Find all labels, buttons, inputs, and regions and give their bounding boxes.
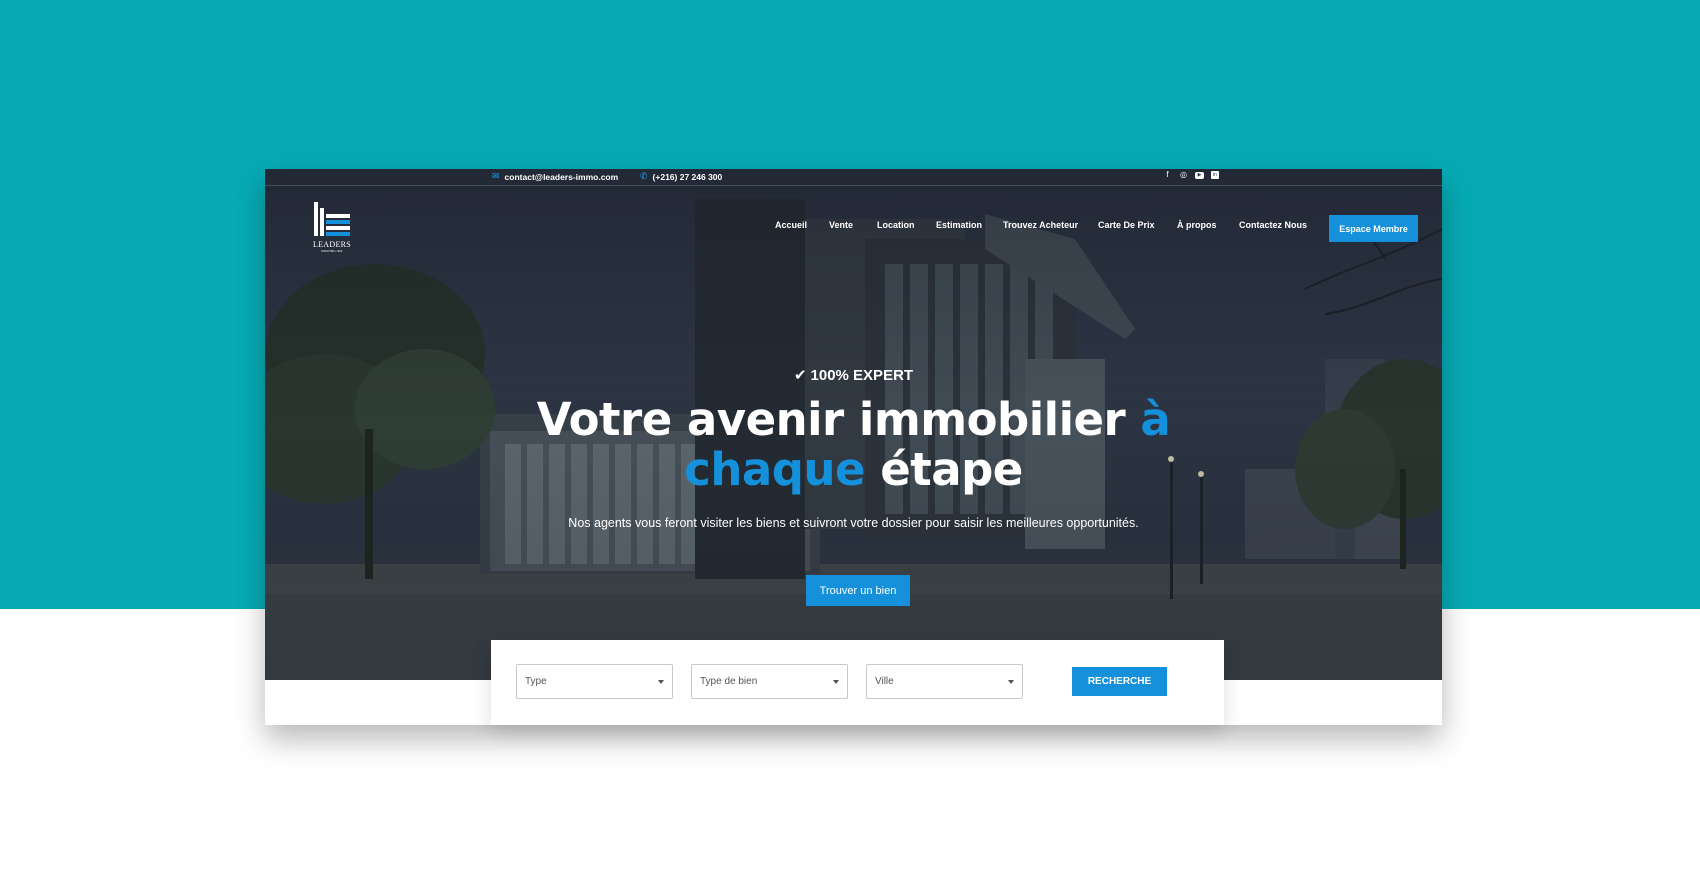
property-type-placeholder: Type de bien <box>700 676 758 687</box>
nav-item-estimation[interactable]: Estimation <box>936 220 982 230</box>
top-contact-bar: ✉ contact@leaders-immo.com ✆ (+216) 27 2… <box>265 169 1442 186</box>
nav-item-carte-de-prix[interactable]: Carte De Prix <box>1098 220 1155 230</box>
expert-badge: ✔ 100% EXPERT <box>265 366 1442 384</box>
email-contact[interactable]: ✉ contact@leaders-immo.com <box>492 171 618 182</box>
city-select[interactable]: Ville <box>866 664 1023 699</box>
badge-text: 100% EXPERT <box>810 367 914 384</box>
hero-section: ✉ contact@leaders-immo.com ✆ (+216) 27 2… <box>265 169 1442 680</box>
logo-subtitle: IMMOBILIER <box>321 249 343 253</box>
property-type-select[interactable]: Type de bien <box>691 664 848 699</box>
type-select-placeholder: Type <box>525 676 547 687</box>
email-text: contact@leaders-immo.com <box>504 171 619 182</box>
social-links: f ◎ ▶ in <box>1163 170 1219 180</box>
phone-contact[interactable]: ✆ (+216) 27 246 300 <box>640 171 722 182</box>
logo-wordmark: LEADERS <box>312 240 352 249</box>
phone-text: (+216) 27 246 300 <box>652 171 723 182</box>
nav-item-contactez-nous[interactable]: Contactez Nous <box>1239 220 1307 230</box>
instagram-icon[interactable]: ◎ <box>1179 170 1188 180</box>
find-property-button[interactable]: Trouver un bien <box>806 575 910 606</box>
facebook-icon[interactable]: f <box>1163 170 1172 180</box>
headline-accent1: à <box>1140 393 1171 446</box>
hero-headline: Votre avenir immobilier à chaque étape <box>265 395 1442 495</box>
hero-subtitle: Nos agents vous feront visiter les biens… <box>568 516 1139 530</box>
envelope-icon: ✉ <box>492 171 500 181</box>
youtube-icon[interactable]: ▶ <box>1195 172 1204 179</box>
headline-part1: Votre avenir immobilier <box>536 393 1141 446</box>
nav-item-a-propos[interactable]: À propos <box>1177 220 1217 230</box>
headline-part2: étape <box>865 443 1023 496</box>
nav-item-location[interactable]: Location <box>877 220 915 230</box>
headline-accent2: chaque <box>684 443 866 496</box>
member-area-button[interactable]: Espace Membre <box>1329 215 1418 242</box>
chevron-down-icon <box>1008 680 1014 684</box>
search-button[interactable]: RECHERCHE <box>1072 667 1167 696</box>
type-select[interactable]: Type <box>516 664 673 699</box>
phone-icon: ✆ <box>640 171 648 181</box>
check-icon: ✔ <box>793 367 807 384</box>
city-select-placeholder: Ville <box>875 676 894 687</box>
linkedin-icon[interactable]: in <box>1211 171 1219 179</box>
nav-item-accueil[interactable]: Accueil <box>775 220 807 230</box>
chevron-down-icon <box>658 680 664 684</box>
nav-item-vente[interactable]: Vente <box>829 220 853 230</box>
main-navigation: Accueil Vente Location Estimation Trouve… <box>265 220 1442 234</box>
chevron-down-icon <box>833 680 839 684</box>
property-search-panel: Type Type de bien Ville RECHERCHE <box>491 640 1224 725</box>
nav-item-trouvez-acheteur[interactable]: Trouvez Acheteur <box>1003 220 1078 230</box>
